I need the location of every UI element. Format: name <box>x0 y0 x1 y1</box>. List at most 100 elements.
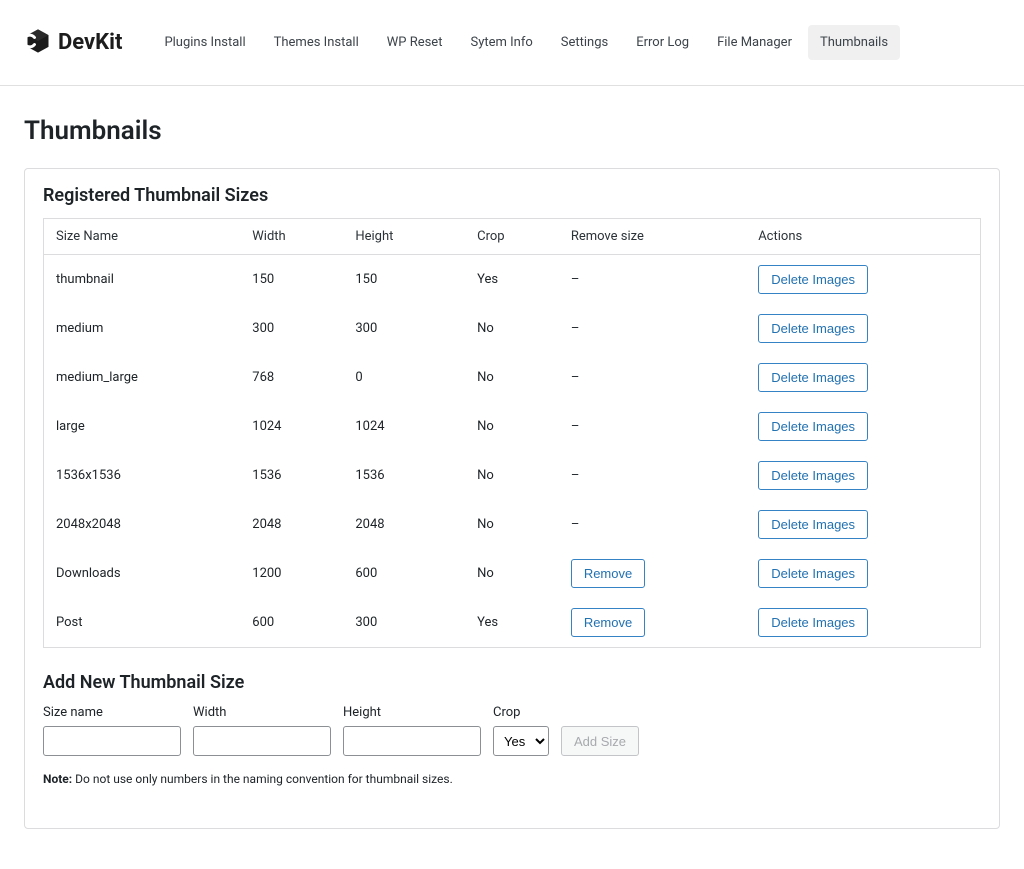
crop-select[interactable]: YesNo <box>493 726 549 756</box>
cell-actions: Delete Images <box>746 451 980 500</box>
cell-height: 0 <box>343 353 465 402</box>
cell-size-name: medium <box>44 304 241 353</box>
cell-actions: Delete Images <box>746 353 980 402</box>
cell-height: 300 <box>343 304 465 353</box>
cell-remove: – <box>559 500 746 549</box>
cell-width: 2048 <box>240 500 343 549</box>
nav-item-wp-reset[interactable]: WP Reset <box>375 25 455 60</box>
cell-remove: – <box>559 304 746 353</box>
top-bar: DevKit Plugins InstallThemes InstallWP R… <box>0 0 1024 86</box>
label-height: Height <box>343 705 481 720</box>
cell-crop: No <box>465 353 559 402</box>
table-row: Post600300YesRemoveDelete Images <box>44 598 981 648</box>
nav-item-file-manager[interactable]: File Manager <box>705 25 804 60</box>
cell-actions: Delete Images <box>746 255 980 305</box>
cell-remove: – <box>559 451 746 500</box>
cell-height: 2048 <box>343 500 465 549</box>
cell-size-name: Post <box>44 598 241 648</box>
registered-sizes-title: Registered Thumbnail Sizes <box>43 185 981 206</box>
height-input[interactable] <box>343 726 481 756</box>
add-size-title: Add New Thumbnail Size <box>43 672 981 693</box>
th-width: Width <box>240 219 343 255</box>
label-crop: Crop <box>493 705 549 720</box>
cell-width: 1200 <box>240 549 343 598</box>
cell-height: 300 <box>343 598 465 648</box>
add-size-button[interactable]: Add Size <box>561 726 639 756</box>
note-prefix: Note: <box>43 772 72 786</box>
cell-remove: Remove <box>559 598 746 648</box>
width-input[interactable] <box>193 726 331 756</box>
nav-item-thumbnails[interactable]: Thumbnails <box>808 25 900 60</box>
th-crop: Crop <box>465 219 559 255</box>
cell-width: 1536 <box>240 451 343 500</box>
delete-images-button[interactable]: Delete Images <box>758 265 868 294</box>
th-size-name: Size Name <box>44 219 241 255</box>
add-size-note: Note: Do not use only numbers in the nam… <box>43 772 981 786</box>
cell-remove: – <box>559 255 746 305</box>
cell-crop: No <box>465 304 559 353</box>
delete-images-button[interactable]: Delete Images <box>758 363 868 392</box>
table-row: Downloads1200600No Remove Delete Images <box>44 549 981 598</box>
table-row: 2048x204820482048No–Delete Images <box>44 500 981 549</box>
cell-crop: No <box>465 402 559 451</box>
main-nav: Plugins InstallThemes InstallWP ResetSyt… <box>152 25 900 60</box>
table-row: medium300300No–Delete Images <box>44 304 981 353</box>
cell-crop: No <box>465 451 559 500</box>
cell-width: 600 <box>240 598 343 648</box>
th-height: Height <box>343 219 465 255</box>
nav-item-sytem-info[interactable]: Sytem Info <box>458 25 544 60</box>
cell-remove: Remove <box>559 549 746 598</box>
remove-button[interactable]: Remove <box>571 608 645 637</box>
delete-images-button[interactable]: Delete Images <box>758 314 868 343</box>
cell-width: 1024 <box>240 402 343 451</box>
table-row: large10241024No–Delete Images <box>44 402 981 451</box>
cell-size-name: Downloads <box>44 549 241 598</box>
nav-item-plugins-install[interactable]: Plugins Install <box>152 25 257 60</box>
cell-actions: Delete Images <box>746 549 980 598</box>
table-row: 1536x153615361536No–Delete Images <box>44 451 981 500</box>
th-remove: Remove size <box>559 219 746 255</box>
delete-images-button[interactable]: Delete Images <box>758 608 868 637</box>
cell-size-name: medium_large <box>44 353 241 402</box>
cell-crop: No <box>465 500 559 549</box>
nav-item-error-log[interactable]: Error Log <box>624 25 701 60</box>
label-width: Width <box>193 705 331 720</box>
size-name-input[interactable] <box>43 726 181 756</box>
table-row: thumbnail150150Yes–Delete Images <box>44 255 981 305</box>
add-size-form: Size name Width Height Crop YesNo Add Si… <box>43 705 981 756</box>
cell-height: 600 <box>343 549 465 598</box>
cell-width: 768 <box>240 353 343 402</box>
delete-images-button[interactable]: Delete Images <box>758 412 868 441</box>
cell-remove: – <box>559 402 746 451</box>
cell-crop: No <box>465 549 559 598</box>
cell-size-name: large <box>44 402 241 451</box>
cell-crop: Yes <box>465 255 559 305</box>
th-actions: Actions <box>746 219 980 255</box>
cell-size-name: 2048x2048 <box>44 500 241 549</box>
note-text: Do not use only numbers in the naming co… <box>75 772 453 786</box>
delete-images-button[interactable]: Delete Images <box>758 510 868 539</box>
delete-images-button[interactable]: Delete Images <box>758 559 868 588</box>
remove-button[interactable]: Remove <box>571 559 645 588</box>
nav-item-themes-install[interactable]: Themes Install <box>262 25 371 60</box>
delete-images-button[interactable]: Delete Images <box>758 461 868 490</box>
label-size-name: Size name <box>43 705 181 720</box>
cell-height: 1024 <box>343 402 465 451</box>
cell-actions: Delete Images <box>746 500 980 549</box>
cell-width: 300 <box>240 304 343 353</box>
cell-remove: – <box>559 353 746 402</box>
sizes-table: Size Name Width Height Crop Remove size … <box>43 218 981 648</box>
cell-size-name: thumbnail <box>44 255 241 305</box>
nav-item-settings[interactable]: Settings <box>549 25 620 60</box>
cell-height: 150 <box>343 255 465 305</box>
brand-logo: DevKit <box>24 27 122 59</box>
brand-name: DevKit <box>58 30 122 55</box>
page-title: Thumbnails <box>24 116 1000 146</box>
cell-size-name: 1536x1536 <box>44 451 241 500</box>
page-content: Thumbnails Registered Thumbnail Sizes Si… <box>0 86 1024 869</box>
cell-height: 1536 <box>343 451 465 500</box>
cell-actions: Delete Images <box>746 598 980 648</box>
thumbnails-panel: Registered Thumbnail Sizes Size Name Wid… <box>24 168 1000 829</box>
cell-actions: Delete Images <box>746 402 980 451</box>
brand-icon <box>24 27 52 59</box>
